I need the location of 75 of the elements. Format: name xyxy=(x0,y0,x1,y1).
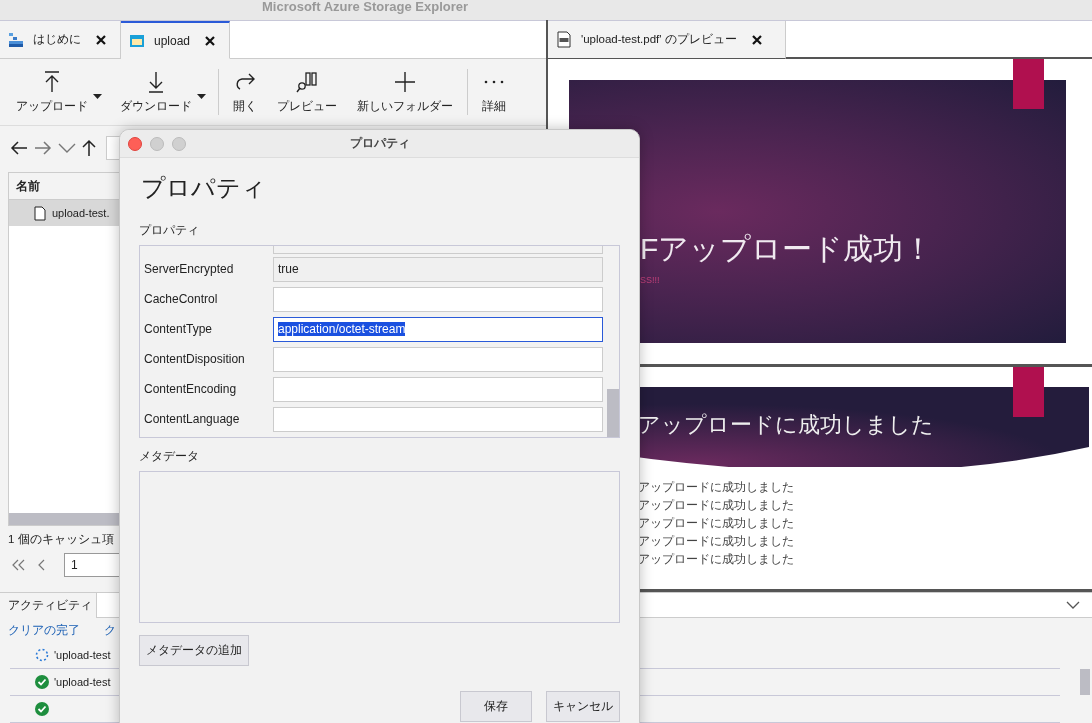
close-button[interactable] xyxy=(128,136,142,151)
close-icon[interactable] xyxy=(96,34,106,45)
page-field[interactable]: 1 xyxy=(64,553,122,577)
container-icon xyxy=(129,32,145,49)
chevron-down-icon[interactable] xyxy=(1066,601,1080,610)
toolbar-button[interactable]: 開く xyxy=(223,64,267,120)
slide-bullet: アップロードに成功しました xyxy=(638,533,794,549)
caret-icon[interactable] xyxy=(197,94,206,99)
add-metadata-button[interactable]: メタデータの追加 xyxy=(139,635,249,666)
check-circle-icon xyxy=(35,702,49,716)
property-name: ContentLanguage xyxy=(144,412,241,426)
redo-arrow-icon xyxy=(234,71,256,92)
slide-subtitle: SS!!! xyxy=(640,275,660,285)
status-text: 1 個のキャッシュ項 xyxy=(7,532,115,547)
close-icon[interactable] xyxy=(205,35,216,46)
check-circle-icon xyxy=(35,675,49,689)
tab[interactable]: upload xyxy=(121,21,231,59)
column-header[interactable]: 名前 xyxy=(16,177,40,195)
property-name: ContentDisposition xyxy=(144,352,246,366)
section-label: プロパティ xyxy=(139,222,200,239)
dialog-button[interactable]: 保存 xyxy=(460,691,532,722)
window-title: Microsoft Azure Storage Explorer xyxy=(262,0,469,14)
slide-bullet: アップロードに成功しました xyxy=(638,551,794,567)
scrollbar-thumb[interactable] xyxy=(607,389,619,437)
dialog-title: プロパティ xyxy=(350,135,410,152)
slide-bullet: アップロードに成功しました xyxy=(638,515,794,531)
property-name: ServerEncrypted xyxy=(144,262,235,276)
slide-title: Fアップロード成功！ xyxy=(640,231,934,267)
file-icon xyxy=(34,205,46,221)
link[interactable]: ク xyxy=(104,621,116,639)
property-field[interactable] xyxy=(273,376,603,402)
toolbar-button[interactable]: プレビュー xyxy=(267,64,347,120)
link[interactable]: クリアの完了 xyxy=(8,621,80,639)
accent-bar xyxy=(1013,367,1044,417)
back-icon[interactable] xyxy=(10,141,28,155)
property-name: ContentEncoding xyxy=(144,382,238,396)
activity-text: 'upload-test xyxy=(54,649,111,661)
download-icon xyxy=(147,70,165,93)
slide-title: アップロードに成功しました xyxy=(638,411,934,439)
dialog-heading: プロパティ xyxy=(141,173,267,203)
previous-page-icon[interactable] xyxy=(38,559,46,571)
tab[interactable]: はじめに xyxy=(0,21,121,59)
property-field[interactable] xyxy=(273,346,603,372)
toolbar-button[interactable]: ダウンロード xyxy=(110,64,202,120)
activity-text: 'upload-test xyxy=(54,676,111,688)
toolbar-button[interactable]: アップロード xyxy=(6,64,98,120)
upload-icon xyxy=(43,70,61,93)
first-page-icon[interactable] xyxy=(12,559,26,571)
chevron-down-icon[interactable] xyxy=(58,143,76,153)
section-label: メタデータ xyxy=(139,448,200,465)
more-icon xyxy=(483,78,505,85)
property-field[interactable] xyxy=(273,406,603,432)
plus-icon xyxy=(394,70,416,93)
preview-icon xyxy=(296,70,318,93)
pdf-file-icon xyxy=(556,31,572,48)
preview-tab[interactable]: 'upload-test.pdf' のプレビュー xyxy=(548,21,786,59)
caret-icon[interactable] xyxy=(93,94,102,99)
close-icon[interactable] xyxy=(751,34,762,45)
up-icon[interactable] xyxy=(82,139,96,157)
property-name: CacheControl xyxy=(144,292,219,306)
slide-bullet: アップロードに成功しました xyxy=(638,497,794,513)
property-field[interactable]: true xyxy=(273,256,603,282)
blocks-icon xyxy=(8,31,24,48)
property-field[interactable] xyxy=(273,286,603,312)
dialog-button[interactable]: キャンセル xyxy=(546,691,620,722)
property-field[interactable]: application/octet-stream xyxy=(273,316,603,342)
toolbar-button[interactable]: 新しいフォルダー xyxy=(347,64,463,120)
forward-icon[interactable] xyxy=(34,141,52,155)
scrollbar xyxy=(1080,669,1090,695)
slide-bullet: アップロードに成功しました xyxy=(638,479,794,495)
property-field[interactable] xyxy=(273,246,603,254)
toolbar-button[interactable]: 詳細 xyxy=(472,64,516,120)
property-name: ContentType xyxy=(144,322,214,336)
spinner-icon xyxy=(35,648,49,662)
accent-bar xyxy=(1013,59,1044,109)
